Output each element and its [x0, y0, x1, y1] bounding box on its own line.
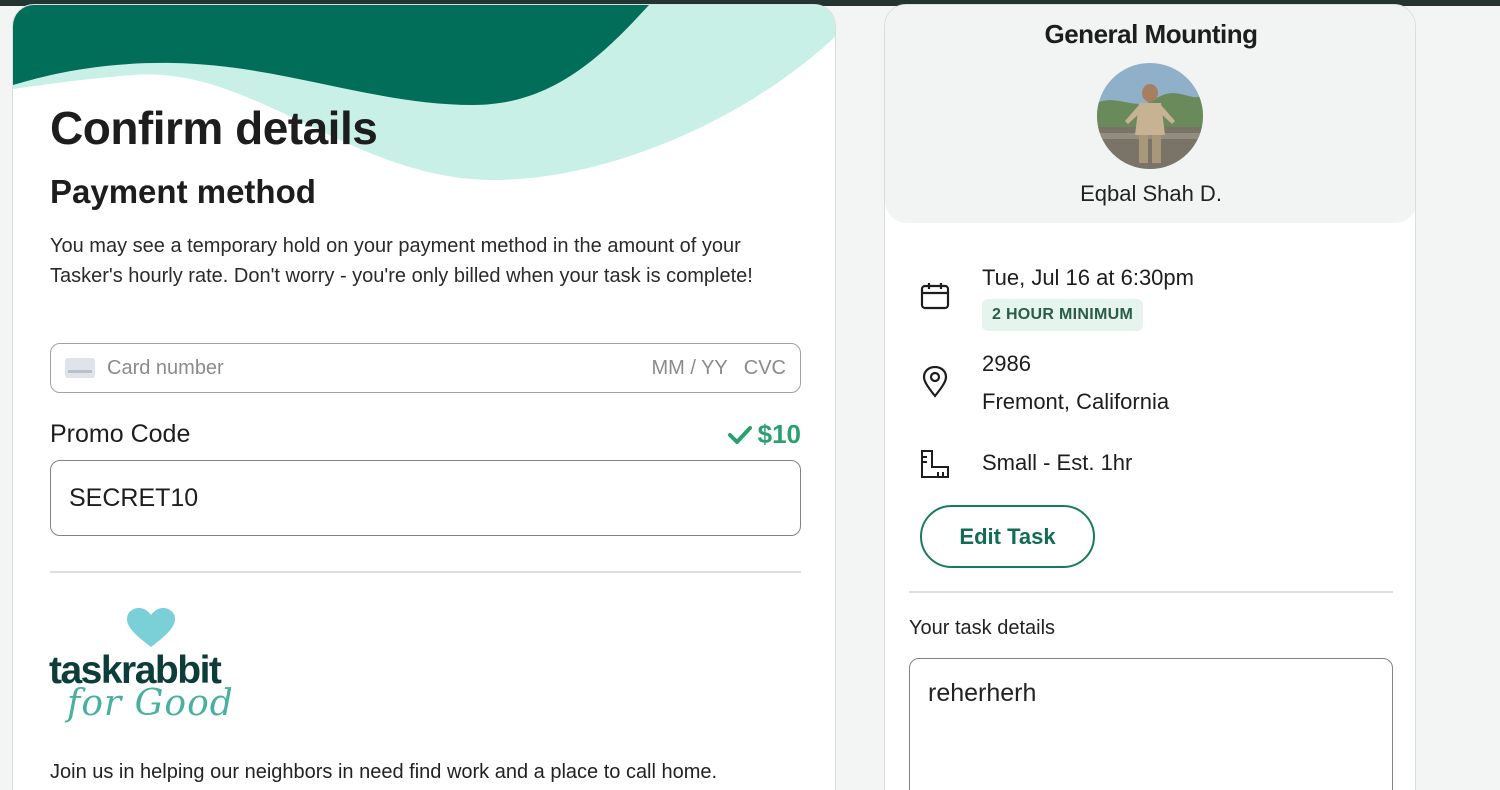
credit-card-icon: [65, 358, 95, 378]
charity-message: Join us in helping our neighbors in need…: [50, 761, 718, 783]
ruler-icon: [921, 450, 949, 478]
card-expiry-placeholder: MM / YY: [651, 356, 728, 379]
confirm-details-panel: Confirm details Payment method You may s…: [12, 4, 836, 790]
check-icon: [727, 425, 752, 444]
edit-task-button[interactable]: Edit Task: [920, 505, 1095, 568]
card-cvc-placeholder: CVC: [743, 356, 786, 379]
promo-code-input[interactable]: SECRET10: [50, 460, 801, 536]
promo-discount: $10: [727, 419, 801, 450]
minimum-hours-badge: 2 HOUR MINIMUM: [982, 299, 1144, 331]
card-number-field[interactable]: Card number MM / YY CVC: [50, 343, 801, 393]
payment-method-heading: Payment method: [50, 173, 316, 210]
task-date: Tue, Jul 16 at 6:30pm: [982, 265, 1194, 290]
task-size: Small - Est. 1hr: [982, 450, 1133, 475]
logo-script: for Good: [67, 683, 234, 724]
promo-code-label: Promo Code: [50, 420, 191, 448]
task-details-label: Your task details: [909, 617, 1056, 639]
tasker-photo: [1097, 63, 1203, 169]
task-details-textarea[interactable]: reherherh: [909, 658, 1393, 790]
page-title: Confirm details: [50, 102, 378, 154]
tasker-name: Eqbal Shah D.: [1080, 181, 1222, 206]
task-summary-panel: General Mounting Eqbal Shah D. Tue, Jul …: [884, 4, 1416, 790]
promo-code-header: Promo Code $10: [50, 419, 801, 450]
taskrabbit-for-good-logo: taskrabbit for Good: [49, 605, 259, 745]
divider: [909, 591, 1393, 593]
divider: [50, 571, 801, 573]
tasker-header: General Mounting Eqbal Shah D.: [885, 5, 1415, 223]
map-pin-icon: [922, 366, 948, 398]
heart-icon: [127, 608, 175, 647]
promo-discount-amount: $10: [757, 419, 801, 449]
calendar-icon: [920, 283, 950, 310]
address-line-2: Fremont, California: [982, 389, 1170, 414]
payment-hold-description: You may see a temporary hold on your pay…: [50, 235, 753, 287]
task-title: General Mounting: [1044, 19, 1259, 49]
card-number-placeholder: Card number: [107, 356, 224, 379]
avatar: [1097, 63, 1203, 169]
address-line-1: 2986: [982, 351, 1031, 376]
